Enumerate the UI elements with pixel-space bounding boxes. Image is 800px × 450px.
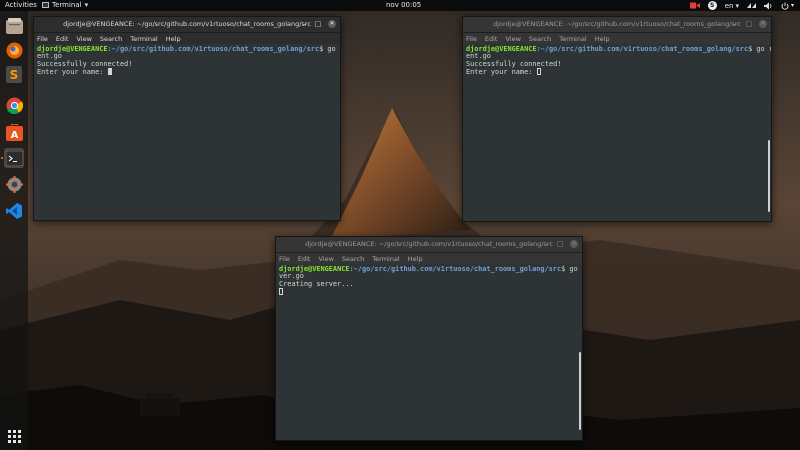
window-title: djordje@VENGEANCE: ~/go/src/github.com/v… xyxy=(63,20,311,28)
menu-view[interactable]: View xyxy=(505,35,520,43)
activities-button[interactable]: Activities xyxy=(5,1,37,9)
text-cursor xyxy=(279,288,283,296)
input-prompt: Enter your name: xyxy=(466,68,537,77)
scrollbar[interactable] xyxy=(768,140,770,212)
terminal-window-server[interactable]: djordje@VENGEANCE: ~/go/src/github.com/v… xyxy=(275,236,583,441)
input-line: Enter your name: xyxy=(37,68,337,76)
sublime-text-icon[interactable]: S xyxy=(4,64,24,84)
menu-bar: File Edit View Search Terminal Help xyxy=(34,33,340,44)
dock: S A xyxy=(0,11,28,450)
app-menu-button[interactable]: Terminal ▾ xyxy=(42,1,88,9)
chevron-down-icon: ▾ xyxy=(735,1,739,10)
menu-terminal[interactable]: Terminal xyxy=(559,35,586,43)
files-icon[interactable] xyxy=(4,16,24,36)
menu-bar: File Edit View Search Terminal Help xyxy=(276,253,582,264)
chrome-icon[interactable] xyxy=(4,95,24,115)
menu-search[interactable]: Search xyxy=(529,35,551,43)
terminal-icon[interactable] xyxy=(4,148,24,168)
terminal-window-client-left[interactable]: djordje@VENGEANCE: ~/go/src/github.com/v… xyxy=(33,16,341,221)
skype-icon[interactable]: S xyxy=(707,1,717,10)
settings-icon[interactable] xyxy=(4,174,24,194)
menu-file[interactable]: File xyxy=(279,255,290,263)
maximize-icon[interactable]: □ xyxy=(556,240,564,248)
clock[interactable]: nov 00:05 xyxy=(386,1,421,9)
menu-file[interactable]: File xyxy=(37,35,48,43)
prompt-path: :~/go/src/github.com/v1rtuoso/chat_rooms… xyxy=(107,45,320,53)
menu-view[interactable]: View xyxy=(318,255,333,263)
window-title: djordje@VENGEANCE: ~/go/src/github.com/v… xyxy=(493,20,741,28)
output-line: Successfully connected! xyxy=(466,59,562,68)
input-line xyxy=(279,288,579,296)
scrollbar[interactable] xyxy=(579,352,581,430)
prompt-line: djordje@VENGEANCE:~/go/src/github.com/v1… xyxy=(279,265,582,273)
show-applications-icon[interactable] xyxy=(4,426,24,446)
prompt-line: djordje@VENGEANCE:~/go/src/github.com/v1… xyxy=(37,45,340,53)
language-selector[interactable]: en ▾ xyxy=(725,2,739,10)
app-menu-label: Terminal xyxy=(52,1,82,9)
menu-bar: File Edit View Search Terminal Help xyxy=(463,33,771,44)
screen-recorder-icon[interactable] xyxy=(689,2,700,9)
close-icon[interactable]: ✕ xyxy=(759,20,767,28)
input-prompt: Enter your name: xyxy=(37,68,108,77)
menu-help[interactable]: Help xyxy=(408,255,423,263)
menu-search[interactable]: Search xyxy=(100,35,122,43)
text-cursor xyxy=(536,68,541,76)
input-line: Enter your name: xyxy=(466,68,768,76)
terminal-window-client-right[interactable]: djordje@VENGEANCE: ~/go/src/github.com/v… xyxy=(462,16,772,222)
minimize-icon[interactable]: – xyxy=(300,20,308,28)
vscode-icon[interactable] xyxy=(4,201,24,221)
close-icon[interactable]: ✕ xyxy=(328,20,336,28)
menu-terminal[interactable]: Terminal xyxy=(372,255,399,263)
maximize-icon[interactable]: □ xyxy=(314,20,322,28)
output-line: Successfully connected! xyxy=(37,59,133,68)
terminal-output[interactable]: djordje@VENGEANCE:~/go/src/github.com/v1… xyxy=(463,44,771,219)
close-icon[interactable]: ✕ xyxy=(570,240,578,248)
menu-view[interactable]: View xyxy=(76,35,91,43)
minimize-icon[interactable]: – xyxy=(542,240,550,248)
menu-edit[interactable]: Edit xyxy=(298,255,311,263)
command-text: $ go run cli xyxy=(748,45,771,53)
menu-help[interactable]: Help xyxy=(595,35,610,43)
menu-search[interactable]: Search xyxy=(342,255,364,263)
volume-icon[interactable] xyxy=(763,2,773,10)
window-titlebar[interactable]: djordje@VENGEANCE: ~/go/src/github.com/v… xyxy=(463,17,771,33)
menu-edit[interactable]: Edit xyxy=(56,35,69,43)
menu-terminal[interactable]: Terminal xyxy=(130,35,157,43)
top-bar: Activities Terminal ▾ nov 00:05 S en ▾ ▾ xyxy=(0,0,800,11)
minimize-icon[interactable]: – xyxy=(731,20,739,28)
terminal-output[interactable]: djordje@VENGEANCE:~/go/src/github.com/v1… xyxy=(34,44,340,218)
terminal-app-icon xyxy=(42,2,49,8)
command-text: $ go run cli xyxy=(319,45,340,53)
maximize-icon[interactable]: □ xyxy=(745,20,753,28)
window-title: djordje@VENGEANCE: ~/go/src/github.com/v… xyxy=(305,240,553,248)
text-cursor xyxy=(107,68,112,76)
menu-help[interactable]: Help xyxy=(166,35,181,43)
window-titlebar[interactable]: djordje@VENGEANCE: ~/go/src/github.com/v… xyxy=(34,17,340,33)
prompt-path: :~/go/src/github.com/v1rtuoso/chat_rooms… xyxy=(536,45,749,53)
output-line: Creating server... xyxy=(279,279,354,288)
menu-edit[interactable]: Edit xyxy=(485,35,498,43)
software-center-icon[interactable]: A xyxy=(4,122,24,142)
chevron-down-icon: ▾ xyxy=(84,1,89,9)
svg-text:S: S xyxy=(10,68,19,82)
prompt-line: djordje@VENGEANCE:~/go/src/github.com/v1… xyxy=(466,45,771,53)
terminal-output[interactable]: djordje@VENGEANCE:~/go/src/github.com/v1… xyxy=(276,264,582,438)
chevron-down-icon: ▾ xyxy=(790,2,794,9)
prompt-path: :~/go/src/github.com/v1rtuoso/chat_rooms… xyxy=(349,265,562,273)
power-icon[interactable]: ▾ xyxy=(781,2,794,10)
system-tray: S en ▾ ▾ xyxy=(689,0,794,11)
command-text: $ go run ser xyxy=(561,265,582,273)
firefox-icon[interactable] xyxy=(4,40,24,60)
running-indicator xyxy=(1,157,3,159)
window-titlebar[interactable]: djordje@VENGEANCE: ~/go/src/github.com/v… xyxy=(276,237,582,253)
language-label: en xyxy=(724,1,734,10)
network-icon[interactable] xyxy=(746,2,756,9)
menu-file[interactable]: File xyxy=(466,35,477,43)
svg-text:A: A xyxy=(10,130,18,141)
